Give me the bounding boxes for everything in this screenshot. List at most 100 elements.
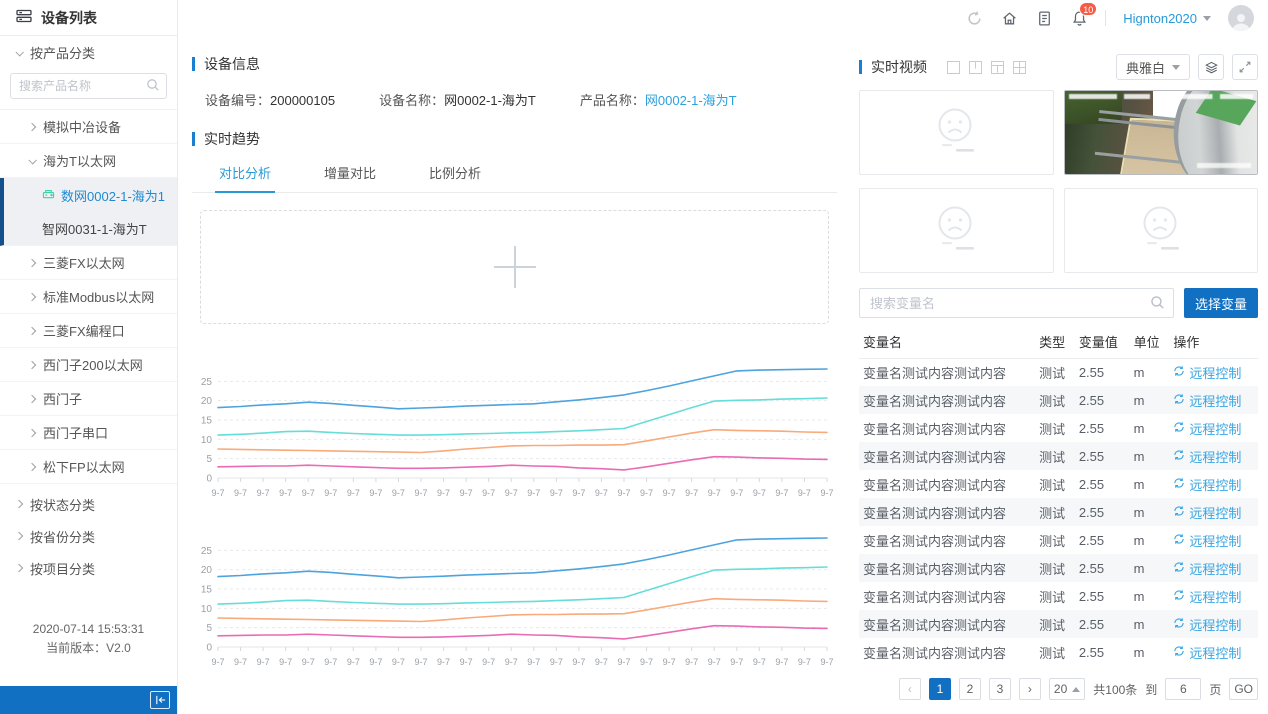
- video-cell-empty[interactable]: [859, 188, 1054, 273]
- remote-control-link[interactable]: 远程控制: [1173, 503, 1241, 522]
- cell-type: 测试: [1035, 582, 1075, 610]
- home-icon[interactable]: [1000, 9, 1018, 27]
- video-cell-empty[interactable]: [1064, 188, 1259, 273]
- sidebar-collapse-button[interactable]: [150, 691, 170, 709]
- no-video-icon: [922, 205, 990, 256]
- trend-tab[interactable]: 对比分析: [219, 163, 271, 192]
- sidebar-bottom-category[interactable]: 按状态分类: [0, 488, 177, 520]
- sidebar-bottom-category[interactable]: 按省份分类: [0, 520, 177, 552]
- document-icon[interactable]: [1035, 9, 1053, 27]
- pagination-page-button[interactable]: 1: [929, 678, 951, 700]
- remote-control-icon: [1173, 561, 1185, 576]
- device-info-field: 设备编号：200000105: [205, 90, 335, 109]
- svg-text:9-7: 9-7: [708, 488, 721, 498]
- theme-select[interactable]: 典雅白: [1116, 54, 1190, 80]
- topbar-divider: [1105, 10, 1106, 26]
- sidebar-tree-item[interactable]: 模拟中冶设备: [0, 110, 177, 144]
- sidebar-footer: [0, 686, 177, 714]
- cell-variable-name: 变量名测试内容测试内容: [859, 610, 1035, 638]
- remote-control-link[interactable]: 远程控制: [1173, 587, 1241, 606]
- layout-2-icon[interactable]: [969, 61, 982, 74]
- pagination-page-button[interactable]: 3: [989, 678, 1011, 700]
- sidebar-tree-item-label: 三菱FX以太网: [43, 253, 125, 272]
- remote-control-link[interactable]: 远程控制: [1173, 391, 1241, 410]
- variable-search-input[interactable]: [859, 288, 1174, 318]
- pagination-page-button[interactable]: 2: [959, 678, 981, 700]
- remote-control-link[interactable]: 远程控制: [1173, 559, 1241, 578]
- trend-tab[interactable]: 增量对比: [324, 163, 376, 192]
- svg-text:9-7: 9-7: [234, 657, 247, 667]
- svg-text:9-7: 9-7: [482, 657, 495, 667]
- remote-control-link[interactable]: 远程控制: [1173, 615, 1241, 634]
- content: 设备信息 设备编号：200000105设备名称：网0002-1-海为T产品名称：…: [178, 36, 1268, 714]
- video-cell-empty[interactable]: [859, 90, 1054, 175]
- remote-control-icon: [1173, 365, 1185, 380]
- svg-text:15: 15: [201, 585, 213, 596]
- remote-control-label: 远程控制: [1189, 615, 1241, 634]
- sidebar-tree-item[interactable]: 三菱FX以太网: [0, 246, 177, 280]
- avatar[interactable]: [1228, 5, 1254, 31]
- remote-control-icon: [1173, 421, 1185, 436]
- sidebar-device-item[interactable]: 智网0031-1-海为T: [0, 212, 177, 246]
- sidebar-tree-item[interactable]: 松下FP以太网: [0, 450, 177, 484]
- device-list-icon: [16, 9, 32, 26]
- user-menu[interactable]: Hignton2020: [1123, 11, 1211, 26]
- product-search-input[interactable]: [10, 73, 167, 99]
- cell-value: 2.55: [1075, 610, 1130, 638]
- pagination-prev-button[interactable]: ‹: [899, 678, 921, 700]
- svg-text:9-7: 9-7: [257, 657, 270, 667]
- sidebar-tree-item-label: 西门子: [43, 389, 82, 408]
- device-info-field-value[interactable]: 网0002-1-海为T: [645, 93, 737, 108]
- sidebar-tree-item[interactable]: 三菱FX编程口: [0, 314, 177, 348]
- page-size-select[interactable]: 20: [1049, 678, 1085, 700]
- trend-tab[interactable]: 比例分析: [429, 163, 481, 192]
- sidebar-category-product[interactable]: 按产品分类: [0, 36, 177, 69]
- remote-control-link[interactable]: 远程控制: [1173, 447, 1241, 466]
- sidebar-tree-item[interactable]: 西门子200以太网: [0, 348, 177, 382]
- svg-text:9-7: 9-7: [730, 488, 743, 498]
- refresh-icon[interactable]: [965, 9, 983, 27]
- section-bar: [859, 60, 862, 74]
- svg-text:9-7: 9-7: [324, 488, 337, 498]
- layers-button[interactable]: [1198, 54, 1224, 80]
- username: Hignton2020: [1123, 11, 1197, 26]
- layout-3-icon[interactable]: [991, 61, 1004, 74]
- page-size-value: 20: [1054, 682, 1067, 696]
- topbar: 10 Hignton2020: [178, 0, 1268, 36]
- remote-control-link[interactable]: 远程控制: [1173, 643, 1241, 662]
- svg-text:9-7: 9-7: [775, 657, 788, 667]
- pagination-go-button[interactable]: GO: [1229, 678, 1258, 700]
- remote-control-link[interactable]: 远程控制: [1173, 363, 1241, 382]
- remote-control-link[interactable]: 远程控制: [1173, 531, 1241, 550]
- sidebar-tree-item[interactable]: 西门子: [0, 382, 177, 416]
- layout-1-icon[interactable]: [947, 61, 960, 74]
- sidebar-device-item[interactable]: 数网0002-1-海为1: [0, 178, 177, 212]
- remote-control-link[interactable]: 远程控制: [1173, 475, 1241, 494]
- notification-bell-icon[interactable]: 10: [1070, 9, 1088, 27]
- pagination-jump-label: 到: [1145, 681, 1157, 698]
- sidebar-tree-item[interactable]: 标准Modbus以太网: [0, 280, 177, 314]
- sidebar-tree-item[interactable]: 海为T以太网: [0, 144, 177, 178]
- sidebar-tree-item[interactable]: 西门子串口: [0, 416, 177, 450]
- remote-control-icon: [1173, 589, 1185, 604]
- pagination-next-button[interactable]: ›: [1019, 678, 1041, 700]
- page-jump-input[interactable]: [1165, 678, 1201, 700]
- section-bar: [192, 57, 195, 71]
- svg-text:10: 10: [201, 604, 213, 615]
- select-variable-button[interactable]: 选择变量: [1184, 288, 1258, 318]
- add-trend-card-button[interactable]: [200, 210, 829, 324]
- search-icon[interactable]: [1150, 295, 1165, 313]
- table-column-header: 变量名: [859, 326, 1035, 358]
- sidebar-bottom-category[interactable]: 按项目分类: [0, 552, 177, 584]
- search-icon[interactable]: [146, 78, 160, 95]
- device-info-title: 设备信息: [204, 54, 260, 74]
- cell-unit: m: [1130, 442, 1170, 470]
- remote-control-icon: [1173, 645, 1185, 660]
- cell-unit: m: [1130, 386, 1170, 414]
- remote-control-link[interactable]: 远程控制: [1173, 419, 1241, 438]
- sidebar-category-product-label: 按产品分类: [30, 43, 95, 62]
- fullscreen-button[interactable]: [1232, 54, 1258, 80]
- layout-4-icon[interactable]: [1013, 61, 1026, 74]
- video-cell-live[interactable]: [1064, 90, 1259, 175]
- cell-value: 2.55: [1075, 638, 1130, 666]
